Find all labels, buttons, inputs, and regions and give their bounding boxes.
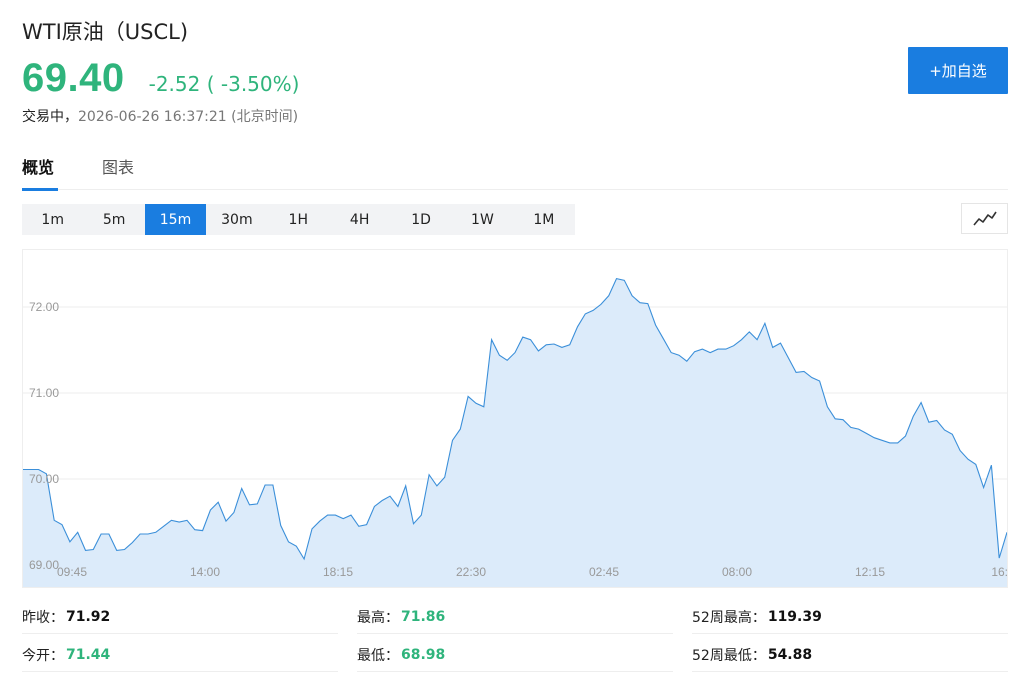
line-chart-icon bbox=[972, 211, 997, 226]
stat-label: 52周最高： bbox=[692, 609, 766, 626]
interval-5m[interactable]: 5m bbox=[83, 204, 144, 235]
x-tick-label: 14:00 bbox=[190, 565, 220, 579]
add-watchlist-button[interactable]: +加自选 bbox=[908, 47, 1008, 94]
tab-overview[interactable]: 概览 bbox=[22, 154, 58, 191]
timestamp: 2026-06-26 16:37:21 (北京时间) bbox=[78, 109, 299, 125]
stat-low: 最低： 68.98 bbox=[357, 638, 673, 672]
stat-high: 最高： 71.86 bbox=[357, 600, 673, 634]
stat-52w-high: 52周最高： 119.39 bbox=[692, 600, 1008, 634]
x-tick-label: 16:3 bbox=[991, 565, 1008, 579]
stat-label: 52周最低： bbox=[692, 647, 766, 664]
trading-status: 交易中，2026-06-26 16:37:21 (北京时间) bbox=[22, 106, 298, 126]
interval-1w[interactable]: 1W bbox=[452, 204, 513, 235]
interval-selector: 1m 5m 15m 30m 1H 4H 1D 1W 1M bbox=[22, 204, 575, 235]
stat-label: 最低： bbox=[357, 647, 399, 664]
y-tick-label: 70.00 bbox=[29, 472, 59, 486]
status-label: 交易中， bbox=[22, 109, 78, 125]
stat-open: 今开： 71.44 bbox=[22, 638, 338, 672]
y-tick-label: 69.00 bbox=[29, 558, 59, 572]
price-change: -2.52 ( -3.50%) bbox=[148, 72, 300, 96]
stat-value: 54.88 bbox=[767, 646, 813, 663]
stat-value: 71.44 bbox=[66, 646, 111, 663]
active-tab-indicator bbox=[22, 188, 58, 191]
chart-type-button[interactable] bbox=[961, 203, 1008, 234]
interval-1h[interactable]: 1H bbox=[268, 204, 329, 235]
stat-label: 昨收： bbox=[22, 609, 64, 626]
price-area-fill bbox=[23, 278, 1007, 587]
price-chart-svg: 72.00 71.00 70.00 69.00 09:45 14:00 18:15 22:3… bbox=[23, 277, 1008, 587]
stat-prev-close: 昨收： 71.92 bbox=[22, 600, 338, 634]
x-tick-label: 12:15 bbox=[855, 565, 885, 579]
x-tick-label: 22:30 bbox=[456, 565, 486, 579]
x-tick-label: 08:00 bbox=[722, 565, 752, 579]
stat-value: 71.92 bbox=[66, 608, 111, 625]
instrument-title: WTI原油（USCL) bbox=[22, 20, 189, 44]
stat-label: 今开： bbox=[22, 647, 64, 664]
tab-chart[interactable]: 图表 bbox=[102, 154, 134, 190]
stat-value: 119.39 bbox=[767, 608, 822, 625]
x-tick-label: 02:45 bbox=[589, 565, 619, 579]
interval-1m[interactable]: 1m bbox=[22, 204, 83, 235]
interval-1mo[interactable]: 1M bbox=[513, 204, 574, 235]
interval-4h[interactable]: 4H bbox=[329, 204, 390, 235]
stat-52w-low: 52周最低： 54.88 bbox=[692, 638, 1008, 672]
x-tick-label: 18:15 bbox=[323, 565, 353, 579]
price-row: 69.40 -2.52 ( -3.50%) bbox=[22, 56, 299, 101]
tab-bar: 概览 图表 bbox=[22, 154, 1008, 191]
price-chart[interactable]: 72.00 71.00 70.00 69.00 09:45 14:00 18:15 22:3… bbox=[22, 249, 1008, 588]
y-tick-label: 72.00 bbox=[29, 300, 59, 314]
stat-value: 68.98 bbox=[401, 646, 446, 663]
stat-label: 最高： bbox=[357, 609, 399, 626]
y-tick-label: 71.00 bbox=[29, 386, 59, 400]
last-price: 69.40 bbox=[22, 56, 125, 100]
stat-value: 71.86 bbox=[401, 608, 446, 625]
interval-30m[interactable]: 30m bbox=[206, 204, 267, 235]
interval-15m[interactable]: 15m bbox=[144, 204, 207, 235]
interval-1d[interactable]: 1D bbox=[390, 204, 451, 235]
x-tick-label: 09:45 bbox=[57, 565, 87, 579]
tab-overview-label: 概览 bbox=[22, 158, 55, 177]
tab-chart-label: 图表 bbox=[102, 158, 135, 177]
